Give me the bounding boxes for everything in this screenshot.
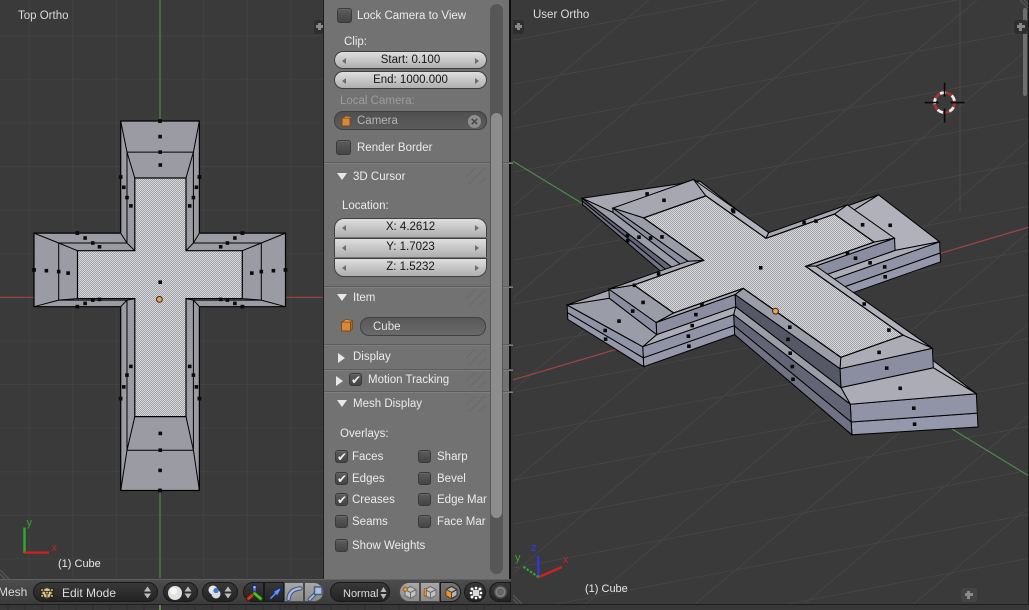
svg-text:y: y — [27, 517, 33, 529]
svg-text:y: y — [515, 552, 521, 564]
svg-text:z: z — [531, 542, 537, 554]
svg-text:x: x — [563, 554, 569, 566]
svg-text:x: x — [52, 542, 58, 554]
